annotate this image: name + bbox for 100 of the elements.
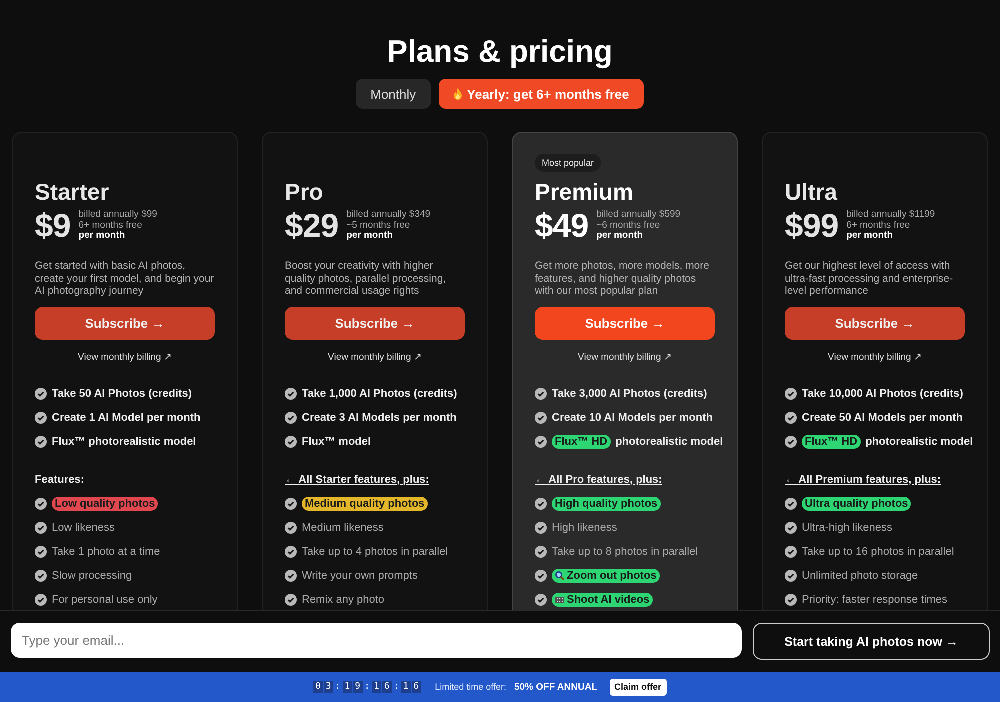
previous-plan-link[interactable]: ← All Premium features, plus: <box>785 468 965 492</box>
previous-plan-link[interactable]: ← All Starter features, plus: <box>285 468 465 492</box>
check-icon <box>785 412 797 424</box>
countdown-digit: 1 <box>342 681 352 693</box>
feature-item: Take up to 4 photos in parallel <box>302 546 448 558</box>
check-icon <box>285 436 297 448</box>
check-icon <box>535 570 547 582</box>
subscribe-button[interactable]: Subscribe → <box>35 306 215 340</box>
countdown-digit: 6 <box>382 681 392 693</box>
per-month-label: per month <box>846 231 894 242</box>
countdown-digit: 6 <box>412 681 422 693</box>
film-icon <box>555 594 565 604</box>
per-month-label: per month <box>596 231 644 242</box>
subscribe-button[interactable]: Subscribe → <box>535 306 715 340</box>
check-icon <box>35 546 47 558</box>
feature-tag: Flux™ HD <box>802 434 861 448</box>
check-icon <box>285 546 297 558</box>
feature-item: Ultra-high likeness <box>802 522 892 534</box>
plan-name: Premium <box>535 179 634 206</box>
plan-price: $99 <box>785 207 839 245</box>
check-icon <box>285 570 297 582</box>
check-icon <box>535 436 547 448</box>
previous-plan-link[interactable]: ← All Pro features, plus: <box>535 468 715 492</box>
check-icon <box>285 522 297 534</box>
start-button[interactable]: Start taking AI photos now → <box>753 623 990 660</box>
feature-tag: High quality photos <box>552 496 661 510</box>
check-icon <box>35 498 47 510</box>
check-icon <box>785 546 797 558</box>
countdown-digit: 1 <box>372 681 382 693</box>
check-icon <box>785 570 797 582</box>
check-icon <box>785 436 797 448</box>
monthly-billing-link[interactable]: View monthly billing ↗ <box>78 352 172 362</box>
monthly-billing-link[interactable]: View monthly billing ↗ <box>578 352 672 362</box>
check-icon <box>535 412 547 424</box>
feature-tag: Flux™ HD <box>552 434 611 448</box>
billing-tab[interactable]: Yearly: get 6+ months free <box>439 79 644 109</box>
monthly-billing-link[interactable]: View monthly billing ↗ <box>828 352 922 362</box>
check-icon <box>35 570 47 582</box>
plan-name: Starter <box>35 179 110 206</box>
check-icon <box>785 594 797 606</box>
subscribe-button[interactable]: Subscribe → <box>285 306 465 340</box>
plan-description: Get started with basic AI photos, create your first model, and begin your AI photography journey <box>35 260 215 298</box>
plan-description: Boost your creativity with higher quality photos, parallel processing, and commercial usage rights <box>285 260 448 298</box>
included-item: Create 1 AI Model per month <box>52 412 201 424</box>
check-icon <box>35 412 47 424</box>
feature-item: Take up to 16 photos in parallel <box>802 546 954 558</box>
included-item: Flux™ model <box>302 436 372 448</box>
features-heading: Features: <box>35 472 86 488</box>
countdown-digit: 1 <box>401 681 411 693</box>
feature-item: High likeness <box>552 522 618 534</box>
feature-item: Take 1 photo at a time <box>52 546 160 558</box>
check-icon <box>535 388 547 400</box>
included-item: Take 10,000 AI Photos (credits) <box>802 388 964 400</box>
check-icon <box>785 522 797 534</box>
billed-note: billed annually $599 <box>596 210 681 221</box>
feature-item: Priority: faster response times <box>802 594 948 606</box>
check-icon <box>785 388 797 400</box>
feature-item: For personal use only <box>52 594 158 606</box>
feature-tag: Medium quality photos <box>302 496 428 510</box>
feature-tag: Low quality photos <box>52 496 158 510</box>
countdown-separator: : <box>392 682 400 692</box>
countdown-digit: 9 <box>353 681 363 693</box>
check-icon <box>535 594 547 606</box>
feature-item: Low likeness <box>52 522 115 534</box>
countdown-separator: : <box>364 682 371 692</box>
billed-note: billed annually $1199 <box>846 210 936 221</box>
magnifier-icon <box>555 570 565 580</box>
plan-description: Get more photos, more models, more features, and higher quality photos with our most popular plan <box>535 260 710 298</box>
check-icon <box>35 436 47 448</box>
popular-badge: Most popular <box>535 154 602 172</box>
check-icon <box>35 522 47 534</box>
feature-tag: Shoot AI videos <box>552 592 653 606</box>
offer-deal: 50% OFF ANNUAL <box>514 682 598 692</box>
included-item: Create 10 AI Models per month <box>552 412 713 424</box>
subscribe-button[interactable]: Subscribe → <box>785 306 965 340</box>
free-months-note: ~6 months free <box>596 220 662 231</box>
check-icon <box>35 388 47 400</box>
flame-icon <box>454 88 462 100</box>
check-icon <box>535 498 547 510</box>
countdown-digit: 0 <box>313 681 323 693</box>
email-field[interactable]: Type your email... <box>11 623 742 658</box>
included-item: photorealistic model <box>866 436 974 448</box>
page-title: Plans & pricing <box>386 33 614 71</box>
per-month-label: per month <box>78 231 126 242</box>
included-item: Take 50 AI Photos (credits) <box>52 388 192 400</box>
plan-price: $29 <box>285 207 339 245</box>
included-item: Flux™ photorealistic model <box>52 436 196 448</box>
feature-item: Remix any photo <box>302 594 385 606</box>
included-item: Create 50 AI Models per month <box>802 412 963 424</box>
claim-offer-button[interactable]: Claim offer <box>610 678 667 696</box>
plan-description: Get our highest level of access with ultra-fast processing and enterprise-level performance <box>785 260 954 298</box>
free-months-note: 6+ months free <box>78 220 144 231</box>
offer-label: Limited time offer: <box>435 682 506 692</box>
check-icon <box>785 498 797 510</box>
monthly-billing-link[interactable]: View monthly billing ↗ <box>328 352 422 362</box>
feature-tag: Ultra quality photos <box>802 496 912 510</box>
billing-tab[interactable]: Monthly <box>356 79 432 109</box>
per-month-label: per month <box>346 231 394 242</box>
check-icon <box>285 412 297 424</box>
plan-price: $49 <box>535 207 589 245</box>
